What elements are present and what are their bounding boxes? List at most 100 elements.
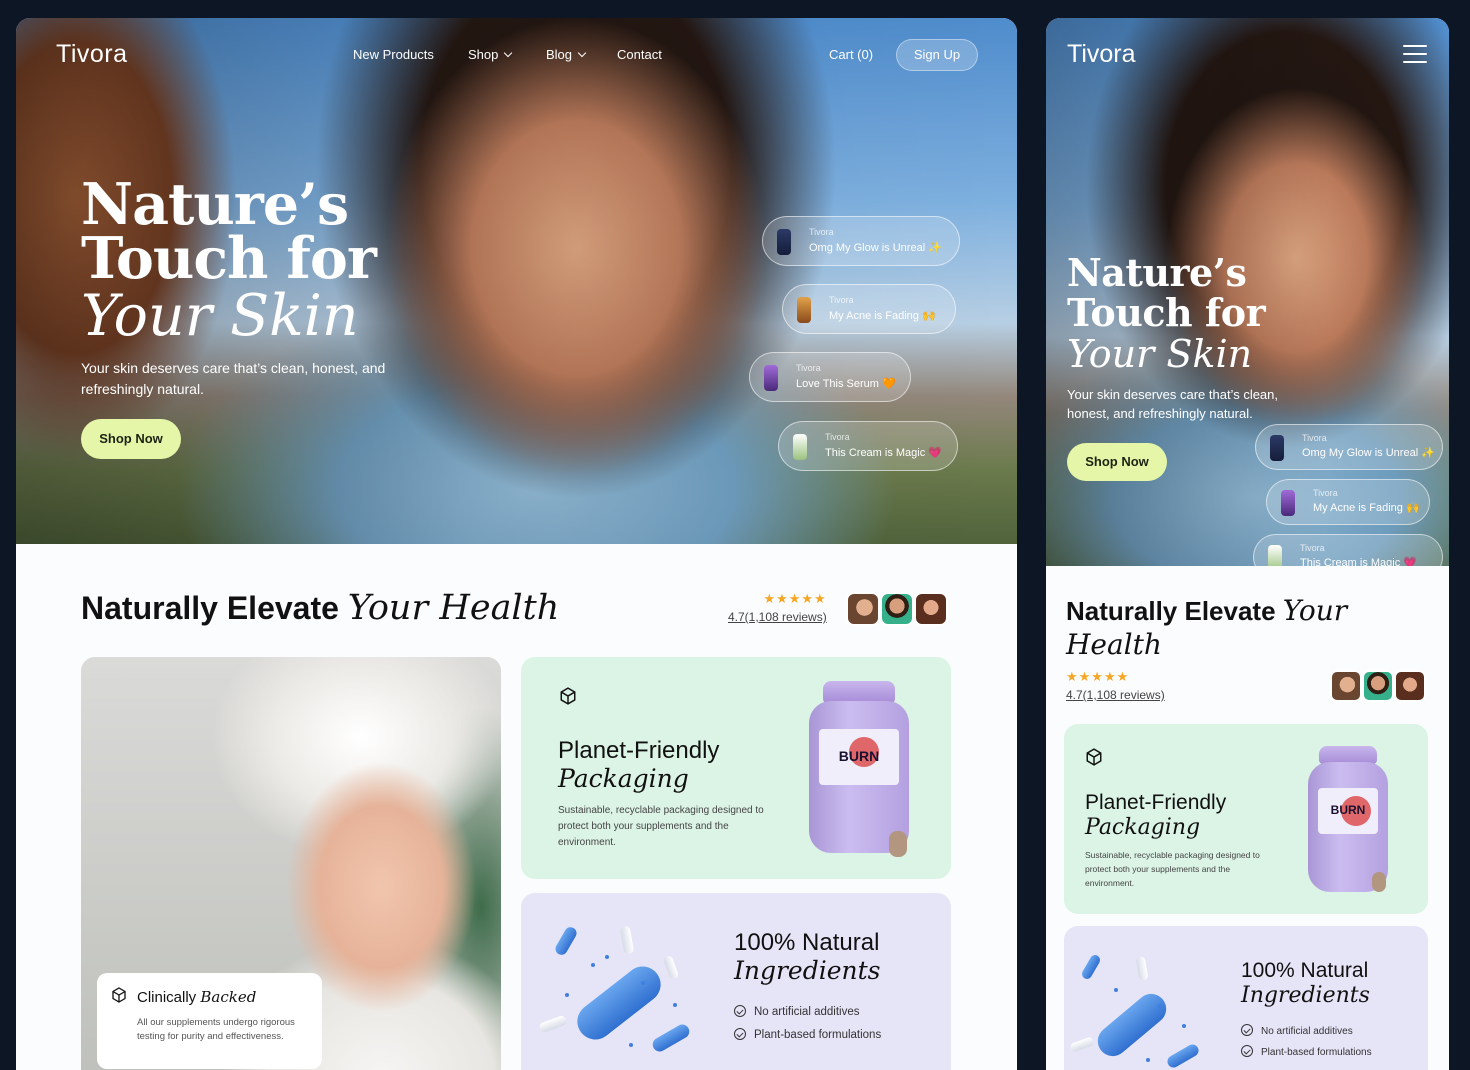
clinically-backed-badge: Clinically Backed All our supplements un…: [97, 973, 322, 1069]
card-description: Sustainable, recyclable packaging design…: [1085, 850, 1260, 888]
review-pill[interactable]: Tivora This Cream is Magic 💗: [778, 421, 958, 471]
badge-description: All our supplements undergo rigorous tes…: [137, 1017, 295, 1042]
reviews-link[interactable]: 4.7(1,108 reviews): [728, 610, 827, 624]
mobile-frame: Tivora Nature’s Touch for Your Skin Your…: [1046, 18, 1449, 1070]
bottle-label: BURN: [1318, 788, 1378, 834]
hero-heading: Nature’s Touch for Your Skin: [81, 176, 377, 349]
card-title: Planet-Friendly Packaging: [1085, 790, 1226, 840]
supplement-bottle-image: BURN: [809, 681, 909, 857]
card-title-italic: Packaging: [1085, 815, 1201, 840]
shop-now-button[interactable]: Shop Now: [1067, 443, 1167, 481]
nav-shop-label: Shop: [468, 47, 499, 62]
cart-link[interactable]: Cart (0): [829, 47, 873, 62]
review-brand: Tivora: [1313, 488, 1338, 498]
planet-friendly-card: Planet-Friendly Packaging Sustainable, re…: [1064, 724, 1428, 914]
review-pill[interactable]: Tivora Omg My Glow is Unreal ✨: [762, 216, 960, 266]
star-rating-icon: ★★★★★: [1066, 669, 1130, 684]
granule-dot: [1158, 1004, 1162, 1008]
hero-photo: Tivora Nature’s Touch for Your Skin Your…: [1046, 18, 1449, 566]
nav-new-products[interactable]: New Products: [353, 47, 434, 62]
avatar: [1362, 670, 1394, 702]
pink-heart-icon: 💗: [928, 447, 943, 459]
shop-now-button[interactable]: Shop Now: [81, 419, 181, 459]
review-text: This Cream is Magic 💗: [1300, 556, 1417, 566]
capsules-image: [538, 923, 701, 1063]
rating-summary: ★★★★★ 4.7(1,108 reviews): [1066, 668, 1165, 702]
granule-dot: [673, 1003, 677, 1007]
granule-dot: [1182, 1024, 1186, 1028]
card-title-plain: 100% Natural: [734, 929, 880, 956]
clinically-backed-image-card: Clinically Backed All our supplements un…: [81, 657, 501, 1070]
logo[interactable]: Tivora: [1067, 40, 1136, 69]
card-title-italic: Ingredients: [1241, 983, 1370, 1008]
capsule-icon: [1069, 1036, 1095, 1053]
badge-title-plain: Clinically: [137, 989, 197, 1006]
review-pill[interactable]: Tivora This Cream is Magic 💗: [1253, 534, 1443, 566]
avatar: [914, 592, 948, 626]
nav-contact[interactable]: Contact: [617, 47, 662, 62]
review-text: Love This Serum 🧡: [796, 377, 896, 390]
hero-heading-line3: Your Skin: [81, 283, 359, 349]
product-thumb-icon: [1270, 435, 1284, 461]
product-thumb-icon: [777, 229, 791, 255]
product-thumb-icon: [764, 365, 778, 391]
reviews-link[interactable]: 4.7(1,108 reviews): [1066, 688, 1165, 702]
section-title: Naturally Elevate Your Health: [1066, 594, 1366, 662]
review-pill[interactable]: Tivora My Acne is Fading 🙌: [782, 284, 956, 334]
hero-heading-line2: Touch for: [1067, 290, 1266, 335]
product-thumb-icon: [1281, 490, 1295, 516]
review-pill[interactable]: Tivora Love This Serum 🧡: [749, 352, 911, 402]
review-text-label: Omg My Glow is Unreal: [809, 242, 926, 254]
granule-dot: [565, 993, 569, 997]
review-text: Omg My Glow is Unreal ✨: [809, 241, 942, 254]
hero-heading-line2: Touch for: [81, 225, 377, 292]
hamburger-menu-icon[interactable]: [1403, 45, 1427, 63]
review-text-label: My Acne is Fading: [829, 310, 919, 322]
capsule-icon: [1372, 872, 1386, 892]
capsule-icon: [619, 925, 635, 955]
capsule-icon: [570, 959, 668, 1047]
card-title: 100% Natural Ingredients: [1241, 958, 1370, 1008]
review-text-label: Love This Serum: [796, 378, 879, 390]
natural-ingredients-card: 100% Natural Ingredients No artificial ad…: [521, 893, 951, 1070]
chevron-down-icon: [577, 48, 587, 58]
section-title-italic: Your Health: [347, 588, 560, 628]
review-text: This Cream is Magic 💗: [825, 446, 942, 459]
review-brand: Tivora: [825, 432, 850, 442]
section-title-plain: Naturally Elevate: [1066, 596, 1276, 626]
granule-dot: [605, 955, 609, 959]
feature-item: No artificial additives: [1241, 1022, 1353, 1037]
capsule-icon: [662, 954, 680, 981]
signup-button[interactable]: Sign Up: [896, 39, 978, 71]
granule-dot: [1146, 1058, 1150, 1062]
card-title-plain: 100% Natural: [1241, 959, 1369, 982]
feature-label: No artificial additives: [1261, 1026, 1353, 1037]
review-pill[interactable]: Tivora Omg My Glow is Unreal ✨: [1255, 424, 1443, 470]
capsule-icon: [1135, 955, 1149, 982]
review-brand: Tivora: [829, 295, 854, 305]
capsule-icon: [553, 925, 579, 957]
star-rating-icon: ★★★★★: [763, 591, 827, 606]
feature-label: Plant-based formulations: [1261, 1047, 1372, 1058]
capsules-image: [1069, 953, 1210, 1070]
natural-ingredients-card: 100% Natural Ingredients No artificial ad…: [1064, 926, 1428, 1070]
avatar: [846, 592, 880, 626]
hero-photo: Tivora New Products Shop Blog Contact Ca…: [16, 18, 1017, 544]
granule-dot: [641, 981, 645, 985]
nav-blog[interactable]: Blog: [546, 47, 587, 62]
review-text-label: Omg My Glow is Unreal: [1302, 447, 1419, 459]
desktop-frame: Tivora New Products Shop Blog Contact Ca…: [16, 18, 1017, 1070]
review-text-label: This Cream is Magic: [1300, 557, 1401, 566]
cube-icon: [112, 987, 126, 1003]
nav-shop[interactable]: Shop: [468, 47, 513, 62]
chevron-down-icon: [504, 48, 513, 58]
card-title: 100% Natural Ingredients: [734, 929, 881, 986]
card-title-italic: Packaging: [558, 764, 689, 793]
feature-item: Plant-based formulations: [734, 1026, 881, 1041]
review-pill[interactable]: Tivora My Acne is Fading 🙌: [1266, 479, 1430, 525]
logo[interactable]: Tivora: [56, 40, 128, 69]
capsule-icon: [650, 1021, 692, 1055]
bottle-label-text: BURN: [838, 748, 880, 764]
hero-heading-line1: Nature’s: [1067, 250, 1247, 295]
cube-icon: [1086, 748, 1102, 766]
